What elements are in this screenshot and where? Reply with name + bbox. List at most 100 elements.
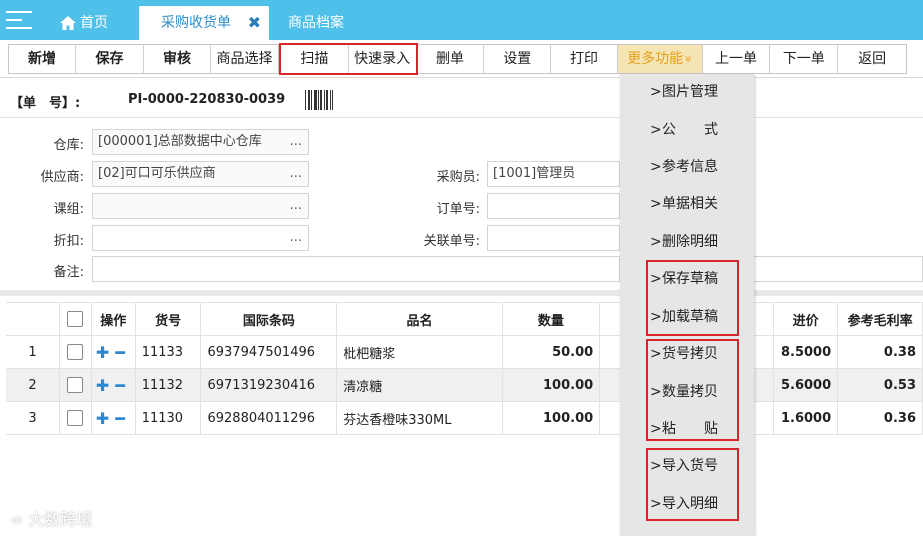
select-goods-button[interactable]: 商品选择 bbox=[211, 45, 278, 73]
add-row-icon[interactable]: ✚ bbox=[96, 409, 109, 428]
row-op-cell: ✚ ━ bbox=[91, 401, 136, 435]
remove-row-icon[interactable]: ━ bbox=[115, 343, 125, 362]
divider bbox=[0, 117, 923, 118]
doc-number-row: 【单 号】: PI-0000-220830-0039 bbox=[10, 92, 285, 111]
row-price[interactable]: 8.5000 bbox=[773, 335, 839, 369]
chevron-right-icon: > bbox=[650, 309, 662, 325]
menu-item-formula[interactable]: > 公 式 bbox=[620, 112, 754, 149]
order-no-field[interactable] bbox=[487, 193, 620, 219]
print-button[interactable]: 打印 bbox=[551, 45, 618, 73]
order-no-label: 订单号: bbox=[436, 202, 480, 217]
table-row[interactable]: 2 ✚ ━ 11132 6971319230416 清凉糖 100.00 5.60… bbox=[6, 368, 923, 402]
remark-field-right[interactable] bbox=[754, 256, 923, 282]
menu-item-label: 图片管理 bbox=[662, 84, 718, 100]
row-checkbox-cell[interactable] bbox=[59, 401, 92, 435]
back-button[interactable]: 返回 bbox=[838, 45, 906, 73]
purchase-receipt-app: 首页 采购收货单 ✖ 商品档案 新增 保存 审核 商品选择 扫描 快速录入 删单… bbox=[0, 0, 923, 536]
add-row-icon[interactable]: ✚ bbox=[96, 343, 109, 362]
related-no-field[interactable] bbox=[487, 225, 620, 251]
row-price[interactable]: 1.6000 bbox=[773, 401, 839, 435]
menu-item-load-draft[interactable]: > 加载草稿 bbox=[620, 299, 754, 336]
tab-home-label: 首页 bbox=[80, 15, 108, 31]
col-select-all[interactable] bbox=[59, 302, 92, 336]
menu-icon[interactable] bbox=[6, 9, 32, 31]
row-op-cell: ✚ ━ bbox=[91, 335, 136, 369]
col-price: 进价 bbox=[773, 302, 839, 336]
toolbar-group-main: 新增 保存 审核 商品选择 bbox=[8, 44, 279, 74]
home-icon bbox=[60, 16, 76, 30]
col-barcode: 国际条码 bbox=[200, 302, 338, 336]
save-button[interactable]: 保存 bbox=[76, 45, 144, 73]
menu-item-copy-qty[interactable]: > 数量拷贝 bbox=[620, 374, 754, 411]
menu-item-label: 保存草稿 bbox=[662, 271, 718, 287]
chevron-right-icon: > bbox=[650, 271, 662, 287]
doc-number-value: PI-0000-220830-0039 bbox=[128, 92, 286, 107]
buyer-field[interactable]: [1001]管理员 bbox=[487, 161, 620, 187]
row-checkbox[interactable] bbox=[67, 410, 84, 426]
menu-item-import-code[interactable]: > 导入货号 bbox=[620, 448, 754, 485]
group-field[interactable]: ... bbox=[92, 193, 309, 219]
remove-row-icon[interactable]: ━ bbox=[115, 409, 125, 428]
double-chevron-down-icon: » bbox=[681, 55, 696, 63]
scan-button[interactable]: 扫描 bbox=[281, 45, 349, 73]
audit-button[interactable]: 审核 bbox=[144, 45, 211, 73]
chevron-right-icon: > bbox=[650, 421, 662, 437]
add-row-icon[interactable]: ✚ bbox=[96, 376, 109, 395]
tab-goods-archive[interactable]: 商品档案 bbox=[288, 6, 378, 40]
settings-button[interactable]: 设置 bbox=[484, 45, 552, 73]
discount-field[interactable]: ... bbox=[92, 225, 309, 251]
group-picker-icon[interactable]: ... bbox=[290, 194, 302, 218]
row-code: 11130 bbox=[135, 401, 202, 435]
supplier-value: [02]可口可乐供应商 bbox=[98, 166, 216, 181]
delete-doc-button[interactable]: 删单 bbox=[417, 45, 485, 73]
menu-item-save-draft[interactable]: > 保存草稿 bbox=[620, 261, 754, 298]
table-row[interactable]: 1 ✚ ━ 11133 6937947501496 枇杷糖浆 50.00 8.50… bbox=[6, 335, 923, 369]
add-button[interactable]: 新增 bbox=[9, 45, 76, 73]
more-functions-button[interactable]: 更多功能» bbox=[617, 45, 703, 73]
toolbar: 新增 保存 审核 商品选择 扫描 快速录入 删单 设置 打印 更多功能» 上一单… bbox=[0, 40, 923, 78]
menu-item-label: 数量拷贝 bbox=[662, 384, 718, 400]
tab-home[interactable]: 首页 bbox=[56, 6, 134, 40]
col-op: 操作 bbox=[91, 302, 136, 336]
col-qty: 数量 bbox=[502, 302, 601, 336]
group-label: 课组: bbox=[53, 202, 84, 217]
barcode-icon[interactable] bbox=[305, 90, 333, 110]
row-checkbox-cell[interactable] bbox=[59, 335, 92, 369]
row-name: 清凉糖 bbox=[336, 368, 503, 402]
quick-entry-button[interactable]: 快速录入 bbox=[349, 45, 417, 73]
select-all-checkbox[interactable] bbox=[67, 311, 84, 327]
warehouse-field[interactable]: [000001]总部数据中心仓库 ... bbox=[92, 129, 309, 155]
remark-field[interactable] bbox=[92, 256, 620, 282]
row-qty[interactable]: 100.00 bbox=[502, 401, 601, 435]
supplier-field[interactable]: [02]可口可乐供应商 ... bbox=[92, 161, 309, 187]
menu-item-paste[interactable]: > 粘 贴 bbox=[620, 411, 754, 448]
row-margin: 0.53 bbox=[837, 368, 923, 402]
discount-picker-icon[interactable]: ... bbox=[290, 226, 302, 250]
row-qty[interactable]: 100.00 bbox=[502, 368, 601, 402]
table-row[interactable]: 3 ✚ ━ 11130 6928804011296 芬达香橙味330ML 100.… bbox=[6, 401, 923, 435]
supplier-picker-icon[interactable]: ... bbox=[290, 162, 302, 186]
tab-purchase-receipt-label: 采购收货单 bbox=[161, 15, 231, 31]
chevron-right-icon: > bbox=[650, 122, 662, 138]
next-doc-button[interactable]: 下一单 bbox=[770, 45, 839, 73]
row-checkbox-cell[interactable] bbox=[59, 368, 92, 402]
menu-item-copy-code[interactable]: > 货号拷贝 bbox=[620, 336, 754, 373]
row-checkbox[interactable] bbox=[67, 377, 84, 393]
menu-item-doc-related[interactable]: > 单据相关 bbox=[620, 186, 754, 223]
row-checkbox[interactable] bbox=[67, 344, 84, 360]
close-icon[interactable]: ✖ bbox=[248, 6, 261, 40]
menu-item-image-manage[interactable]: > 图片管理 bbox=[620, 74, 754, 111]
remark-label: 备注: bbox=[53, 265, 84, 280]
prev-doc-button[interactable]: 上一单 bbox=[703, 45, 771, 73]
menu-item-label: 删除明细 bbox=[662, 234, 718, 250]
row-price[interactable]: 5.6000 bbox=[773, 368, 839, 402]
tab-purchase-receipt[interactable]: 采购收货单 ✖ bbox=[139, 6, 269, 40]
menu-item-reference-info[interactable]: > 参考信息 bbox=[620, 149, 754, 186]
menu-item-import-detail[interactable]: > 导入明细 bbox=[620, 486, 754, 523]
detail-table: 操作 货号 国际条码 品名 数量 进价 参考毛利率 1 ✚ ━ 11133 693… bbox=[6, 302, 923, 435]
menu-item-delete-detail[interactable]: > 删除明细 bbox=[620, 224, 754, 261]
warehouse-picker-icon[interactable]: ... bbox=[290, 130, 302, 154]
row-name: 枇杷糖浆 bbox=[336, 335, 503, 369]
row-qty[interactable]: 50.00 bbox=[502, 335, 601, 369]
remove-row-icon[interactable]: ━ bbox=[115, 376, 125, 395]
